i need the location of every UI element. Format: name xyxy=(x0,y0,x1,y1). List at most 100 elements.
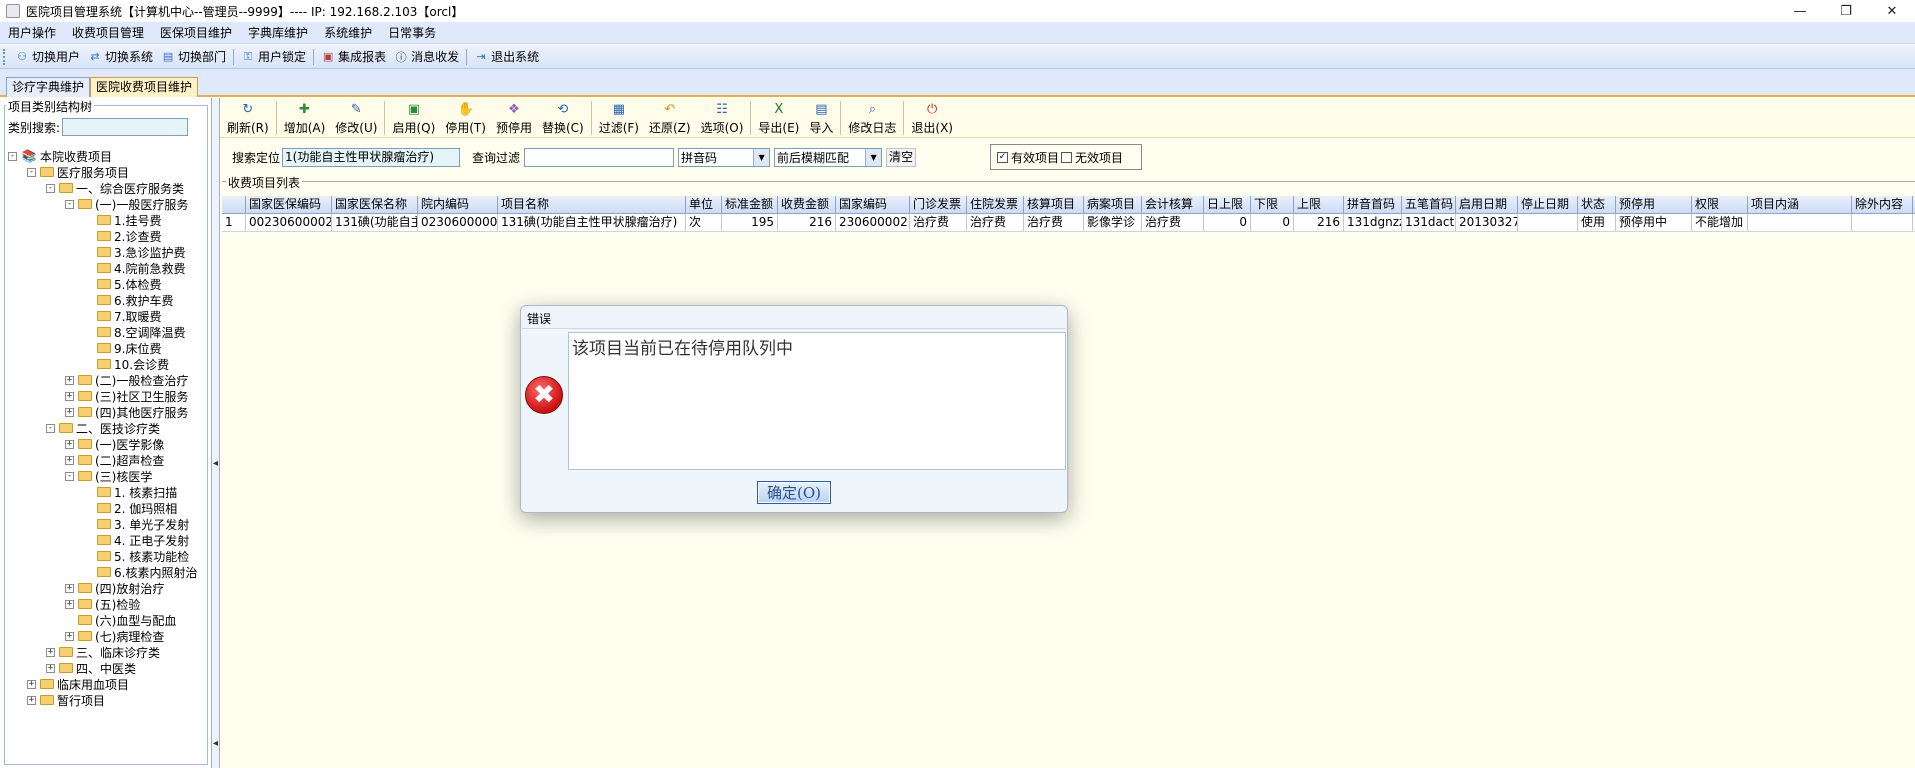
valid-items-checkbox[interactable]: ✓ xyxy=(997,151,1008,163)
tree-node[interactable]: + 暂行项目 xyxy=(27,692,105,708)
column-header[interactable]: 标准金额 xyxy=(722,196,778,213)
expand-node-icon[interactable]: + xyxy=(27,679,36,689)
column-header[interactable]: 预停用 xyxy=(1616,196,1692,213)
expand-node-icon[interactable]: + xyxy=(65,407,74,417)
locate-input[interactable]: 1(功能自主性甲状腺瘤治疗) xyxy=(282,147,461,167)
tree-node[interactable]: 5.体检费 xyxy=(84,276,161,292)
menu-charge-items[interactable]: 收费项目管理 xyxy=(64,22,152,44)
code-type-select[interactable]: 拼音码 ▼ xyxy=(678,147,771,167)
exit-system-button[interactable]: ⇥ 退出系统 xyxy=(470,46,543,68)
menu-daily[interactable]: 日常事务 xyxy=(380,22,444,44)
tree-node[interactable]: 10.会诊费 xyxy=(84,356,169,372)
column-header[interactable]: 病案项目 xyxy=(1084,196,1142,213)
replace-button[interactable]: ⟲ 替换(C) xyxy=(537,98,589,136)
panel-splitter[interactable]: ◂ ◂ xyxy=(212,98,220,768)
expand-node-icon[interactable]: + xyxy=(65,599,74,609)
column-header[interactable]: 启用日期 xyxy=(1456,196,1518,213)
collapse-arrow-icon[interactable]: ◂ xyxy=(213,738,218,749)
tree-node[interactable]: + (一)医学影像 xyxy=(65,436,164,452)
category-search-input[interactable] xyxy=(62,118,189,136)
column-header[interactable]: 项目内涵 xyxy=(1748,196,1852,213)
tree-node[interactable]: - 📚 本院收费项目 xyxy=(8,148,112,164)
tree-node[interactable]: + (四)其他医疗服务 xyxy=(65,404,188,420)
power-exit-button[interactable]: ⏻ 退出(X) xyxy=(906,98,958,136)
tree-node[interactable]: + 四、中医类 xyxy=(46,660,136,676)
query-filter-input[interactable] xyxy=(524,147,675,167)
pre-stop-button[interactable]: ❖ 预停用 xyxy=(491,98,537,136)
collapse-node-icon[interactable]: - xyxy=(27,167,36,177)
expand-node-icon[interactable]: + xyxy=(46,663,55,673)
message-button[interactable]: ⓘ 消息收发 xyxy=(390,46,463,68)
column-header[interactable]: 除外内容 xyxy=(1852,196,1913,213)
collapse-node-icon[interactable]: - xyxy=(46,423,55,433)
column-header[interactable]: 状态 xyxy=(1578,196,1616,213)
minimize-icon[interactable]: — xyxy=(1777,0,1823,22)
expand-node-icon[interactable]: + xyxy=(65,391,74,401)
switch-system-button[interactable]: ⇄ 切换系统 xyxy=(84,46,157,68)
tree-node[interactable]: 6.核素内照射治 xyxy=(84,564,197,580)
tree-node[interactable]: 3. 单光子发射 xyxy=(84,516,189,532)
tree-node[interactable]: - (三)核医学 xyxy=(65,468,152,484)
close-icon[interactable]: ✕ xyxy=(1869,0,1915,22)
tab-diagnosis-dictionary[interactable]: 诊疗字典维护 xyxy=(6,77,91,97)
tree-node[interactable]: 8.空调降温费 xyxy=(84,324,185,340)
match-mode-select[interactable]: 前后模糊匹配 ▼ xyxy=(774,147,883,167)
column-header[interactable]: 五笔首码 xyxy=(1402,196,1456,213)
tree-node[interactable]: 4.院前急救费 xyxy=(84,260,185,276)
column-header[interactable]: 门诊发票 xyxy=(910,196,967,213)
collapse-node-icon[interactable]: - xyxy=(46,183,55,193)
tree-node[interactable]: - 二、医技诊疗类 xyxy=(46,420,160,436)
tree-node[interactable]: + (三)社区卫生服务 xyxy=(65,388,188,404)
chevron-down-icon[interactable]: ▼ xyxy=(865,148,882,166)
collapse-node-icon[interactable]: - xyxy=(8,151,17,161)
edit-button[interactable]: ✎ 修改(U) xyxy=(330,98,382,136)
column-header[interactable]: 核算项目 xyxy=(1024,196,1084,213)
tree-node[interactable]: 2.诊查费 xyxy=(84,228,161,244)
column-header[interactable]: 上限 xyxy=(1294,196,1344,213)
options-button[interactable]: ☷ 选项(O) xyxy=(696,98,749,136)
clear-button[interactable]: 清空 xyxy=(886,147,917,167)
tree-node[interactable]: + (五)检验 xyxy=(65,596,140,612)
column-header[interactable]: 拼音首码 xyxy=(1344,196,1402,213)
tree-node[interactable]: 5. 核素功能检 xyxy=(84,548,189,564)
tree-node[interactable]: (六)血型与配血 xyxy=(65,612,176,628)
column-header[interactable]: 下限 xyxy=(1251,196,1294,213)
column-header[interactable]: 权限 xyxy=(1692,196,1748,213)
column-header[interactable]: 国家医保名称 xyxy=(332,196,418,213)
column-header[interactable]: 国家编码 xyxy=(836,196,910,213)
refresh-button[interactable]: ↻ 刷新(R) xyxy=(222,98,274,136)
menu-dictionary[interactable]: 字典库维护 xyxy=(240,22,316,44)
tree-node[interactable]: 9.床位费 xyxy=(84,340,161,356)
enable-button[interactable]: ▣ 启用(Q) xyxy=(387,98,440,136)
tree-node[interactable]: 1.挂号费 xyxy=(84,212,161,228)
expand-node-icon[interactable]: + xyxy=(46,647,55,657)
tree-node[interactable]: - 一、综合医疗服务类 xyxy=(46,180,184,196)
excel-export-button[interactable]: X 导出(E) xyxy=(753,98,804,136)
column-header[interactable]: 会计核算 xyxy=(1142,196,1204,213)
tree-node[interactable]: 3.急诊监护费 xyxy=(84,244,185,260)
filter-button[interactable]: ▦ 过滤(F) xyxy=(594,98,644,136)
undo-button[interactable]: ↶ 还原(Z) xyxy=(644,98,696,136)
table-row[interactable]: 1002306000020131碘(功能自主023060000020131碘(功… xyxy=(222,214,1915,232)
tree-node[interactable]: 4. 正电子发射 xyxy=(84,532,189,548)
tree-node[interactable]: + 三、临床诊疗类 xyxy=(46,644,160,660)
add-button[interactable]: ✚ 增加(A) xyxy=(279,98,331,136)
tree-node[interactable]: - 医疗服务项目 xyxy=(27,164,129,180)
expand-node-icon[interactable]: + xyxy=(65,583,74,593)
collapse-arrow-icon[interactable]: ◂ xyxy=(213,458,218,469)
column-header[interactable]: 院内编码 xyxy=(418,196,498,213)
column-header[interactable]: 单位 xyxy=(686,196,722,213)
column-header[interactable]: 国家医保编码 xyxy=(246,196,332,213)
tree-node[interactable]: 1. 核素扫描 xyxy=(84,484,177,500)
expand-node-icon[interactable]: + xyxy=(65,455,74,465)
tree-node[interactable]: 7.取暖费 xyxy=(84,308,161,324)
stop-hand-button[interactable]: ✋ 停用(T) xyxy=(440,98,491,136)
tree-node[interactable]: + (七)病理检查 xyxy=(65,628,164,644)
log-search-button[interactable]: ⌕ 修改日志 xyxy=(843,98,901,136)
menu-insurance-items[interactable]: 医保项目维护 xyxy=(152,22,240,44)
tab-charge-item-maintenance[interactable]: 医院收费项目维护 xyxy=(90,77,199,97)
expand-node-icon[interactable]: + xyxy=(65,375,74,385)
switch-user-button[interactable]: ⚇ 切换用户 xyxy=(11,46,84,68)
column-header[interactable]: 住院发票 xyxy=(967,196,1024,213)
tree-node[interactable]: + (二)超声检查 xyxy=(65,452,164,468)
